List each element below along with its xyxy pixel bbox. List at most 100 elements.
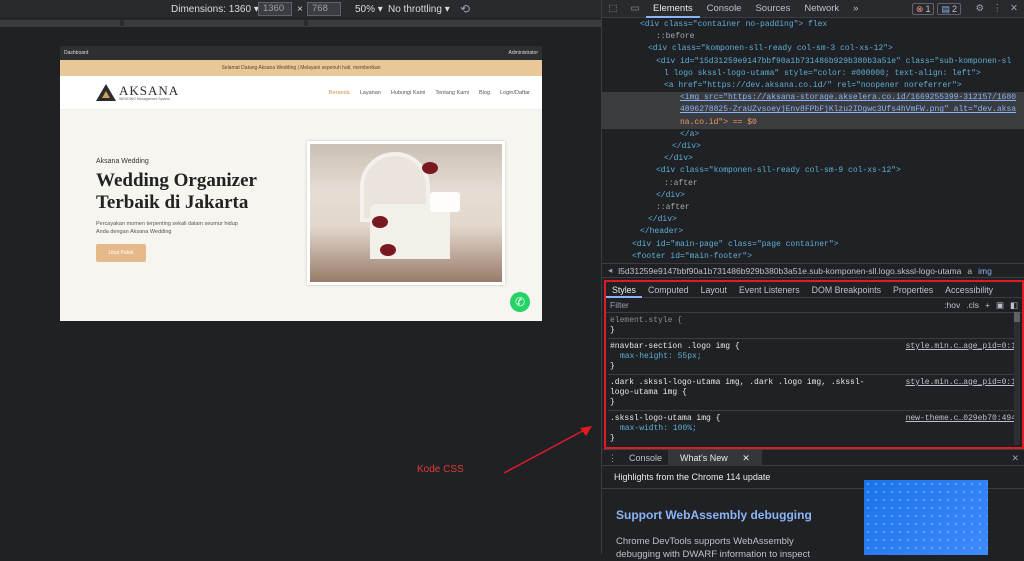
tab-accessibility[interactable]: Accessibility [939, 282, 999, 298]
menu-blog[interactable]: Blog [479, 90, 490, 96]
message-icon: ▤ [941, 3, 950, 14]
tab-styles[interactable]: Styles [606, 282, 642, 298]
rotate-icon[interactable]: ⟲ [460, 2, 470, 16]
drawer-tab-whats-new[interactable]: What's New ✕ [668, 449, 762, 466]
hero-section: Aksana Wedding Wedding Organizer Terbaik… [60, 110, 542, 321]
height-input[interactable]: 768 [307, 2, 341, 16]
rule-selector: .dark .skssl-logo-utama img, .dark .logo… [610, 378, 865, 397]
drawer-menu-icon[interactable]: ⋮ [602, 450, 623, 466]
tree-node[interactable]: <div class="komponen-sll-ready col-sm-9 … [602, 165, 1024, 177]
tab-properties[interactable]: Properties [887, 282, 939, 298]
tree-node[interactable]: <div id="15d31259e9147bbf90a1b731486b929… [602, 56, 1024, 68]
rule-selector: element.style { [610, 316, 683, 325]
tab-network[interactable]: Network [797, 0, 846, 18]
kebab-menu-icon[interactable]: ⋮ [993, 3, 1003, 14]
device-toggle-icon[interactable]: ▭ [624, 3, 646, 14]
hero-title: Wedding Organizer Terbaik di Jakarta [96, 170, 257, 213]
tab-dom-breakpoints[interactable]: DOM Breakpoints [806, 282, 887, 298]
rule-source-link[interactable]: new-theme.c…029eb70:494 [906, 414, 1016, 424]
breadcrumb-scroll-left-icon[interactable]: ◂ [608, 265, 612, 276]
dimensions-label: Dimensions: 1360 [171, 3, 252, 15]
administrator-menu[interactable]: Administrator [509, 50, 538, 56]
menu-login[interactable]: Login/Daftar [500, 90, 530, 96]
tree-node[interactable]: ::after [602, 178, 1024, 190]
zoom-dropdown[interactable]: 50% ▾ [355, 2, 383, 16]
tab-sources[interactable]: Sources [748, 0, 797, 18]
view-package-button[interactable]: Lihat Paket [96, 244, 146, 262]
rule-property[interactable]: max-height: 55px; [610, 352, 1018, 362]
css-rules: element.style { } style.min.c…age_pid=0:… [606, 313, 1022, 446]
menu-tentang-kami[interactable]: Tentang Kami [435, 90, 469, 96]
annotation-label: Kode CSS [417, 464, 464, 475]
tree-node[interactable]: <div class="komponen-sll-ready col-sm-3 … [602, 43, 1024, 55]
paint-icon[interactable]: ▣ [996, 300, 1004, 311]
menu-hubungi-kami[interactable]: Hubungi Kami [391, 90, 426, 96]
dashboard-link[interactable]: Dashboard [64, 50, 88, 56]
message-badge[interactable]: ▤ 2 [937, 3, 961, 15]
tree-node[interactable]: ::after [602, 202, 1024, 214]
close-icon[interactable]: ✕ [1010, 3, 1018, 14]
sidebar-toggle-icon[interactable]: ◧ [1010, 300, 1018, 311]
media-query-ruler[interactable] [0, 19, 601, 27]
tree-node[interactable]: <div id="main-page" class="page containe… [602, 239, 1024, 251]
more-tabs-icon[interactable]: » [846, 0, 865, 18]
rule-property[interactable]: max-width: 100%; [610, 424, 1018, 434]
tree-node[interactable]: <a href="https://dev.aksana.co.id/" rel=… [602, 80, 1024, 92]
breadcrumb-item[interactable]: l5d31259e9147bbf90a1b731486b929b380b3a51… [618, 266, 961, 276]
css-rule[interactable]: new-theme.c…029eb70:494 .skssl-logo-utam… [608, 411, 1020, 446]
feature-title[interactable]: Support WebAssembly debugging [616, 508, 812, 522]
menu-beranda[interactable]: Beranda [329, 90, 350, 96]
drawer-close-icon[interactable]: ✕ [1005, 450, 1024, 466]
tree-node[interactable]: ::before [602, 31, 1024, 43]
hero-photo [307, 141, 505, 285]
tree-node[interactable]: <div class="container no-padding"> flex [602, 19, 1024, 31]
tree-node[interactable]: <footer id="main-footer"> [602, 251, 1024, 263]
tree-node-selected[interactable]: 4896278825-ZraUZvsoeyjEnv8FPbFjKlzu2IDgw… [602, 104, 1024, 117]
tree-node[interactable]: </div> [602, 190, 1024, 202]
hov-toggle[interactable]: :hov [944, 300, 960, 311]
tree-node-selected[interactable]: <img src="https://aksana-storage.akseler… [602, 92, 1024, 105]
tab-event-listeners[interactable]: Event Listeners [733, 282, 806, 298]
inspect-icon[interactable]: ⬚ [602, 3, 624, 14]
dimensions-dropdown[interactable]: Dimensions: 1360 ▾ [171, 2, 259, 16]
tree-node[interactable]: </div> [602, 214, 1024, 226]
tab-layout[interactable]: Layout [695, 282, 733, 298]
throttle-dropdown[interactable]: No throttling ▾ [388, 2, 450, 16]
css-rule[interactable]: style.min.c…age_pid=0:1 #navbar-section … [608, 339, 1020, 375]
add-rule-icon[interactable]: + [985, 300, 990, 311]
close-icon[interactable]: ✕ [736, 453, 756, 463]
rule-source-link[interactable]: style.min.c…age_pid=0:1 [906, 378, 1016, 388]
tab-console[interactable]: Console [700, 0, 749, 18]
styles-scrollbar[interactable] [1014, 312, 1020, 445]
drawer-tab-console[interactable]: Console [623, 450, 668, 466]
css-rule[interactable]: element.style { } [608, 313, 1020, 339]
rule-source-link[interactable]: style.min.c…age_pid=0:1 [906, 342, 1016, 352]
throttle-label: No throttling [388, 3, 442, 15]
hero-subtitle: Aksana Wedding [96, 158, 149, 165]
breadcrumb-item-a[interactable]: a [967, 266, 972, 276]
hero-description: Percayakan momen terpenting sekali dalam… [96, 221, 238, 235]
error-badge[interactable]: ⊗ 1 [911, 3, 935, 15]
device-toolbar: Dimensions: 1360 ▾ 1360 × 768 50% ▾ No t… [0, 0, 601, 18]
gear-icon[interactable]: ⚙ [975, 3, 984, 14]
viewport-area: Dimensions: 1360 ▾ 1360 × 768 50% ▾ No t… [0, 0, 601, 554]
tree-node[interactable]: </div> [602, 141, 1024, 153]
menu-layanan[interactable]: Layanan [360, 90, 381, 96]
devtools-toolbar: ⬚ ▭ Elements Console Sources Network » ⊗… [602, 0, 1024, 18]
tree-node[interactable]: l logo skssl-logo-utama" style="color: #… [602, 68, 1024, 80]
tree-node-selected[interactable]: na.co.id"> == $0 [602, 116, 1024, 129]
cls-toggle[interactable]: .cls [966, 300, 979, 311]
tree-node[interactable]: </a> [602, 129, 1024, 141]
breadcrumb-item-img[interactable]: img [978, 266, 992, 276]
site-logo[interactable]: AKSANA WEDDING Management System [96, 84, 179, 101]
tree-node[interactable]: </div> [602, 153, 1024, 165]
tab-elements[interactable]: Elements [646, 0, 700, 18]
width-input[interactable]: 1360 [258, 2, 292, 16]
feature-image [864, 480, 988, 555]
css-rule[interactable]: style.min.c…age_pid=0:1 .dark .skssl-log… [608, 375, 1020, 411]
tree-node[interactable]: </header> [602, 226, 1024, 238]
filter-input[interactable]: Filter [610, 300, 629, 310]
styles-filter-bar: Filter :hov .cls + ▣ ◧ [606, 298, 1022, 313]
whatsapp-icon[interactable]: ✆ [510, 292, 530, 312]
tab-computed[interactable]: Computed [642, 282, 695, 298]
